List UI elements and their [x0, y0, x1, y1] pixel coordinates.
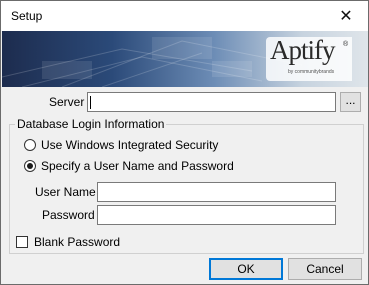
title-bar: Setup ✕: [1, 1, 368, 31]
text-caret: [90, 96, 91, 109]
username-password-radio[interactable]: [24, 160, 36, 172]
windows-security-radio[interactable]: [24, 139, 36, 151]
aptify-logo: Aptify: [270, 35, 335, 65]
header-banner: Aptify ® by communitybrands: [2, 31, 368, 87]
blank-password-label[interactable]: Blank Password: [34, 235, 120, 249]
close-icon[interactable]: ✕: [324, 1, 368, 31]
login-group-title: Database Login Information: [15, 117, 167, 131]
logo-tagline: by communitybrands: [288, 69, 335, 75]
password-label: Password: [42, 208, 95, 222]
radio-selected-dot: [27, 163, 33, 169]
password-input[interactable]: [97, 205, 336, 225]
username-password-label[interactable]: Specify a User Name and Password: [41, 159, 234, 173]
window-title: Setup: [11, 9, 43, 23]
windows-security-label[interactable]: Use Windows Integrated Security: [41, 138, 218, 152]
username-input[interactable]: [97, 182, 336, 202]
cancel-button[interactable]: Cancel: [288, 258, 362, 280]
setup-dialog: Setup ✕ Aptify ® by communitybrands Serv…: [0, 0, 369, 285]
blank-password-checkbox[interactable]: [16, 236, 28, 248]
ok-button[interactable]: OK: [209, 258, 283, 280]
server-input[interactable]: [87, 92, 336, 112]
username-label: User Name: [35, 185, 96, 199]
registered-mark: ®: [343, 41, 349, 48]
browse-server-button[interactable]: ...: [340, 92, 361, 112]
server-label: Server: [49, 95, 85, 109]
